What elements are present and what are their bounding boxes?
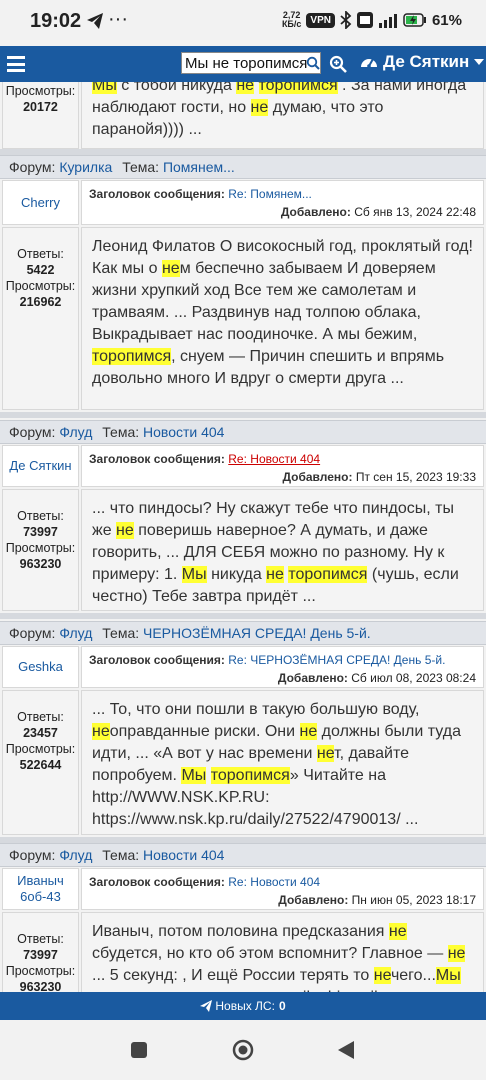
replies-count: 73997 [23, 948, 58, 962]
forum-link[interactable]: Флуд [59, 847, 92, 863]
new-messages-count: 0 [278, 999, 286, 1013]
chevron-down-icon [474, 59, 485, 65]
private-messages-bar[interactable]: Новых ЛС: 0 [0, 992, 486, 1020]
telegram-icon [87, 13, 103, 29]
post-author[interactable]: Geshka [2, 646, 79, 688]
views-count: 216962 [19, 295, 62, 309]
vpn-badge: VPN [306, 12, 335, 28]
post-author[interactable]: Иваныч 6об-43 [2, 868, 79, 910]
back-button[interactable] [337, 1040, 355, 1060]
topic-link[interactable]: Помянем... [163, 159, 235, 175]
replies-count: 23457 [23, 726, 58, 740]
views-count: 963230 [19, 980, 62, 992]
signal-icon [378, 14, 397, 28]
user-menu[interactable]: Де Сяткин [360, 52, 485, 72]
topic-link[interactable]: Новости 404 [143, 424, 224, 440]
more-notifications-icon: ··· [108, 8, 128, 30]
post-author[interactable]: Де Сяткин [2, 445, 79, 487]
replies-count: 73997 [23, 525, 58, 539]
separator [0, 613, 486, 619]
advanced-search-icon[interactable] [329, 55, 347, 73]
recent-apps-button[interactable] [131, 1042, 147, 1058]
send-icon [200, 1000, 213, 1012]
post-stats: Ответы: 73997 Просмотры: 963230 [2, 912, 79, 992]
post-text: Леонид Филатов О високосный год, проклят… [81, 227, 484, 410]
network-speed: 2,72 КБ/с [281, 10, 302, 29]
post-header: Заголовок сообщения: Re: Помянем... Доба… [81, 180, 484, 225]
battery-charging-icon [403, 13, 426, 27]
hamburger-menu-icon[interactable] [7, 56, 25, 72]
topic-link[interactable]: Новости 404 [143, 847, 224, 863]
post-stats: Ответы: 5422 Просмотры: 216962 [2, 227, 79, 410]
post-header: Заголовок сообщения: Re: Новости 404 Доб… [81, 868, 484, 910]
battery-percent: 61% [431, 11, 462, 29]
post-date: Сб янв 13, 2024 22:48 [354, 205, 476, 219]
home-button[interactable] [232, 1039, 254, 1061]
separator [0, 412, 486, 418]
forum-row: Форум: Флуд Тема: ЧЕРНОЗЁМНАЯ СРЕДА! Ден… [0, 621, 486, 645]
post-author[interactable]: Cherry [2, 180, 79, 225]
post-stats: Ответы: 73997 Просмотры: 963230 [2, 489, 79, 611]
subject-link[interactable]: Re: Новости 404 [228, 452, 320, 466]
status-bar: 19:02 ··· 2,72 КБ/с VPN 61% [0, 0, 486, 46]
post-date: Пт сен 15, 2023 19:33 [355, 470, 476, 484]
forum-link[interactable]: Флуд [59, 625, 92, 641]
post-text: Иваныч, потом половина предсказания не с… [81, 912, 484, 992]
post-text: ... что пиндосы? Ну скажут тебе что пинд… [81, 489, 484, 611]
post-text: Мы с тобой никуда не торопимся . За нами… [81, 82, 484, 149]
volte-icon [356, 12, 373, 28]
subject-link[interactable]: Re: Помянем... [228, 187, 312, 201]
forum-row: Форум: Флуд Тема: Новости 404 [0, 420, 486, 444]
dashboard-icon [361, 58, 377, 68]
post-date: Сб июл 08, 2023 08:24 [351, 671, 476, 685]
topic-link[interactable]: ЧЕРНОЗЁМНАЯ СРЕДА! День 5-й. [143, 625, 371, 641]
username-label: Де Сяткин [383, 52, 470, 71]
forum-top-bar: Де Сяткин [0, 46, 486, 82]
post-date: Пн июн 05, 2023 18:17 [351, 893, 476, 907]
forum-link[interactable]: Курилка [59, 159, 112, 175]
post-text: ... То, что они пошли в такую большую во… [81, 690, 484, 835]
subject-link[interactable]: Re: ЧЕРНОЗЁМНАЯ СРЕДА! День 5-й. [228, 653, 445, 667]
status-icons: 2,72 КБ/с VPN 61% [282, 11, 462, 29]
search-results: Просмотры: 20172 Мы с тобой никуда не то… [0, 82, 486, 992]
views-count: 522644 [19, 758, 62, 772]
post-header: Заголовок сообщения: Re: ЧЕРНОЗЁМНАЯ СРЕ… [81, 646, 484, 688]
forum-row: Форум: Курилка Тема: Помянем... [0, 155, 486, 179]
replies-count: 5422 [26, 263, 55, 277]
search-input[interactable] [181, 52, 321, 74]
views-count: 963230 [19, 557, 62, 571]
subject-link[interactable]: Re: Новости 404 [228, 875, 320, 889]
bluetooth-icon [340, 11, 352, 29]
post-stats: Ответы: 23457 Просмотры: 522644 [2, 690, 79, 835]
forum-link[interactable]: Флуд [59, 424, 92, 440]
status-time: 19:02 [30, 10, 82, 32]
forum-row: Форум: Флуд Тема: Новости 404 [0, 843, 486, 867]
post-stats: Просмотры: 20172 [2, 82, 79, 149]
search-icon[interactable] [306, 56, 320, 70]
post-header: Заголовок сообщения: Re: Новости 404 Доб… [81, 445, 484, 487]
